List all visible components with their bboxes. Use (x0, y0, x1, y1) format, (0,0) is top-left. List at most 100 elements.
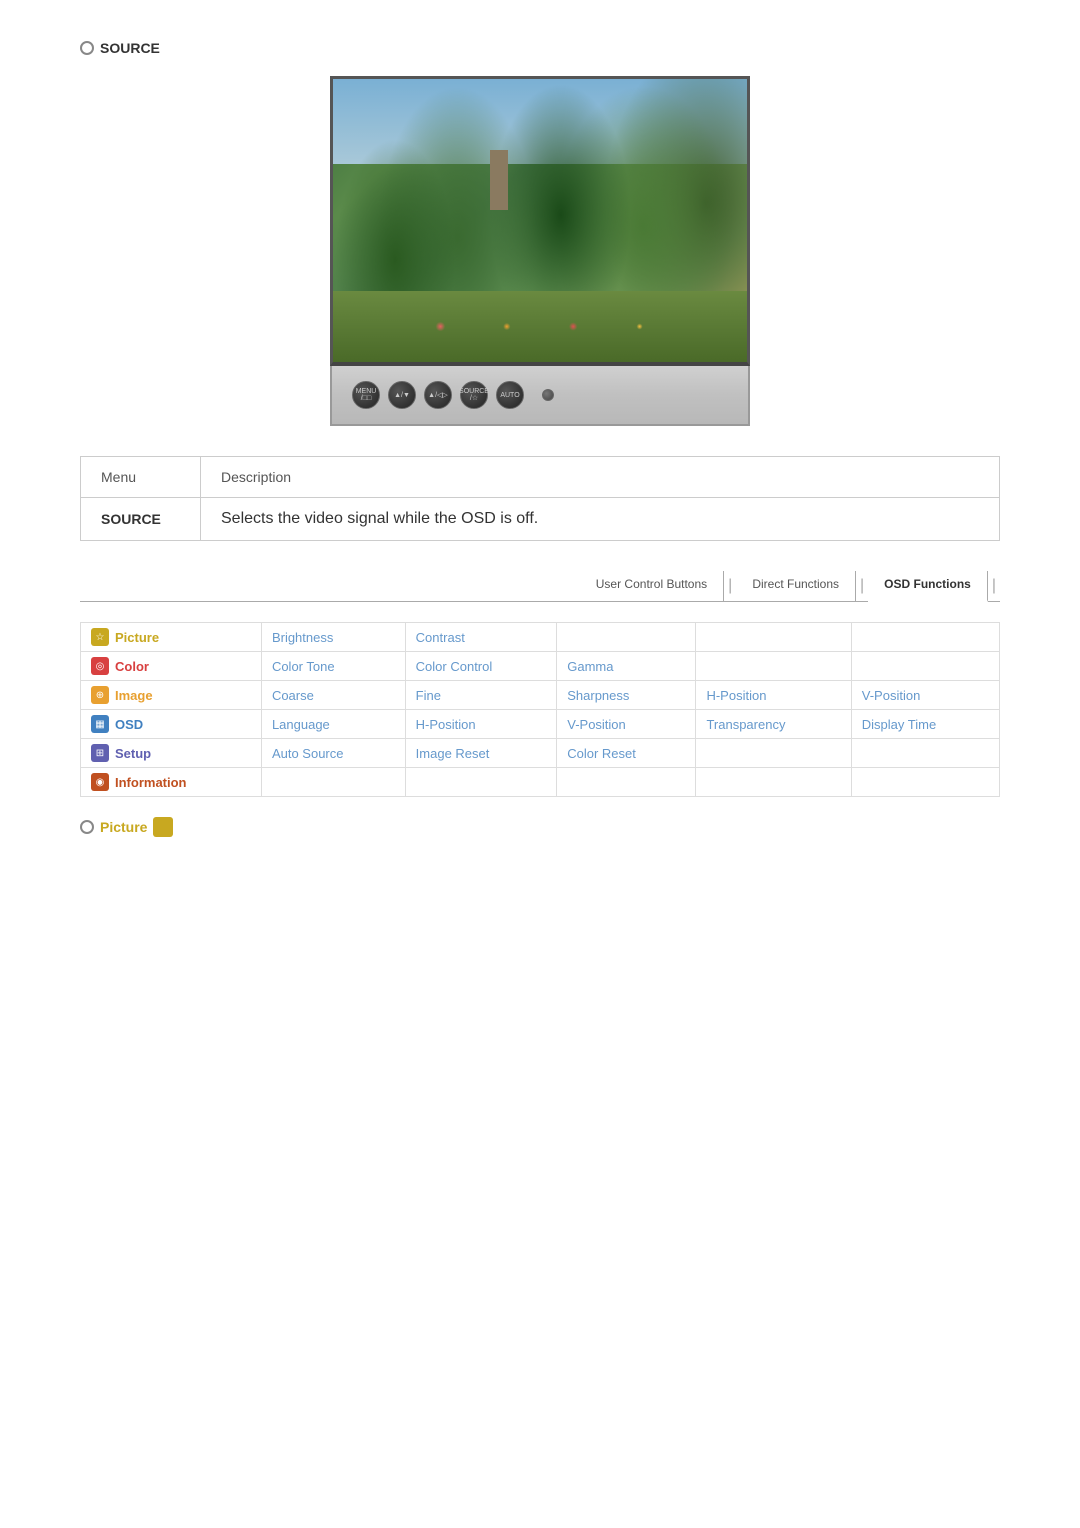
osd-sub-item[interactable]: Contrast (405, 623, 557, 652)
osd-sub-item[interactable]: Fine (405, 681, 557, 710)
menu-icon-information: ◉ (91, 773, 109, 791)
osd-sub-item (851, 739, 999, 768)
osd-menu-name-cell: ◉ Information (81, 768, 262, 797)
osd-sub-item[interactable]: H-Position (696, 681, 851, 710)
osd-sub-link-language[interactable]: Language (272, 717, 330, 732)
osd-sub-link-h-position[interactable]: H-Position (706, 688, 766, 703)
osd-menu-row: ⊞ Setup Auto Source Image Reset Color Reset (81, 739, 1000, 768)
osd-sub-item[interactable]: Language (261, 710, 405, 739)
osd-sub-item[interactable]: Auto Source (261, 739, 405, 768)
osd-sub-link-contrast[interactable]: Contrast (416, 630, 465, 645)
osd-sub-item[interactable]: Color Control (405, 652, 557, 681)
osd-menu-row: ▦ OSD Language H-Position V-Position Transpar… (81, 710, 1000, 739)
monitor-screen (330, 76, 750, 366)
osd-sub-item[interactable]: Sharpness (557, 681, 696, 710)
osd-sub-item[interactable]: Image Reset (405, 739, 557, 768)
monitor-display: MENU/□□ ▲/▼ ▲/◁▷ SOURCE/☆ AUTO (80, 76, 1000, 426)
menu-icon-picture: ☆ (91, 628, 109, 646)
menu-icon-osd: ▦ (91, 715, 109, 733)
osd-sub-item[interactable]: H-Position (405, 710, 557, 739)
osd-menu-name-cell: ▦ OSD (81, 710, 262, 739)
osd-sub-item (557, 768, 696, 797)
osd-sub-link-transparency[interactable]: Transparency (706, 717, 785, 732)
tab-direct-functions[interactable]: Direct Functions (736, 571, 856, 601)
bezel-btn-position[interactable]: ▲/◁▷ (424, 381, 452, 409)
osd-sub-item[interactable]: V-Position (851, 681, 999, 710)
nav-separator-3: | (988, 571, 1000, 601)
osd-sub-link-color-tone[interactable]: Color Tone (272, 659, 335, 674)
info-table: Menu Description SOURCE Selects the vide… (80, 456, 1000, 541)
menu-icon-color: ◎ (91, 657, 109, 675)
osd-sub-item[interactable]: Gamma (557, 652, 696, 681)
osd-sub-item[interactable]: Coarse (261, 681, 405, 710)
nav-separator-1: | (724, 571, 736, 601)
nav-tabs: User Control Buttons | Direct Functions … (80, 571, 1000, 602)
osd-menu-row: ◉ Information (81, 768, 1000, 797)
menu-name-image[interactable]: Image (115, 688, 153, 703)
osd-sub-item (696, 739, 851, 768)
osd-sub-link-display-time[interactable]: Display Time (862, 717, 936, 732)
osd-sub-item (405, 768, 557, 797)
osd-sub-link-v-position[interactable]: V-Position (567, 717, 626, 732)
osd-menu-row: ◎ Color Color Tone Color Control Gamma (81, 652, 1000, 681)
osd-sub-item (851, 623, 999, 652)
osd-sub-item[interactable]: Transparency (696, 710, 851, 739)
picture-icon-img (153, 817, 173, 837)
menu-name-setup[interactable]: Setup (115, 746, 151, 761)
osd-sub-item[interactable]: V-Position (557, 710, 696, 739)
menu-name-information[interactable]: Information (115, 775, 187, 790)
osd-sub-item (557, 623, 696, 652)
menu-name-picture[interactable]: Picture (115, 630, 159, 645)
osd-sub-link-color-reset[interactable]: Color Reset (567, 746, 636, 761)
osd-sub-item[interactable]: Color Tone (261, 652, 405, 681)
osd-sub-link-coarse[interactable]: Coarse (272, 688, 314, 703)
bezel-buttons: MENU/□□ ▲/▼ ▲/◁▷ SOURCE/☆ AUTO (352, 381, 554, 409)
osd-sub-link-fine[interactable]: Fine (416, 688, 441, 703)
bezel-btn-brightness[interactable]: ▲/▼ (388, 381, 416, 409)
table-header-description: Description (201, 457, 1000, 498)
menu-icon-setup: ⊞ (91, 744, 109, 762)
osd-sub-link-brightness[interactable]: Brightness (272, 630, 333, 645)
osd-sub-item (851, 652, 999, 681)
tab-osd-functions[interactable]: OSD Functions (868, 571, 988, 602)
osd-sub-item (696, 623, 851, 652)
menu-icon-image: ⊕ (91, 686, 109, 704)
osd-sub-link-color-control[interactable]: Color Control (416, 659, 493, 674)
osd-sub-item[interactable]: Display Time (851, 710, 999, 739)
osd-menu-name-cell: ◎ Color (81, 652, 262, 681)
bezel-btn-auto[interactable]: AUTO (496, 381, 524, 409)
osd-menu-name-cell: ⊕ Image (81, 681, 262, 710)
tab-user-control[interactable]: User Control Buttons (580, 571, 724, 601)
osd-menu-row: ⊕ Image Coarse Fine Sharpness H-Position V-Pos… (81, 681, 1000, 710)
osd-menu-name-cell: ☆ Picture (81, 623, 262, 652)
table-cell-menu: SOURCE (81, 498, 201, 541)
source-icon (80, 41, 94, 55)
bezel-btn-power[interactable] (542, 389, 554, 401)
osd-menu-name-cell: ⊞ Setup (81, 739, 262, 768)
osd-sub-link-h-position[interactable]: H-Position (416, 717, 476, 732)
menu-name-color[interactable]: Color (115, 659, 149, 674)
osd-sub-item (696, 768, 851, 797)
osd-sub-link-gamma[interactable]: Gamma (567, 659, 613, 674)
osd-sub-link-v-position[interactable]: V-Position (862, 688, 921, 703)
bezel-btn-source[interactable]: SOURCE/☆ (460, 381, 488, 409)
source-label: SOURCE (100, 40, 160, 56)
picture-section-header: Picture (80, 817, 1000, 837)
osd-sub-item[interactable]: Color Reset (557, 739, 696, 768)
osd-sub-link-image-reset[interactable]: Image Reset (416, 746, 490, 761)
source-section-header: SOURCE (80, 40, 1000, 56)
osd-sub-item (261, 768, 405, 797)
menu-name-osd[interactable]: OSD (115, 717, 143, 732)
monitor-bezel: MENU/□□ ▲/▼ ▲/◁▷ SOURCE/☆ AUTO (330, 366, 750, 426)
osd-sub-item[interactable]: Brightness (261, 623, 405, 652)
table-row: SOURCE Selects the video signal while th… (81, 498, 1000, 541)
table-header-menu: Menu (81, 457, 201, 498)
picture-header-icon (80, 820, 94, 834)
osd-menu-row: ☆ Picture Brightness Contrast (81, 623, 1000, 652)
bezel-btn-menu[interactable]: MENU/□□ (352, 381, 380, 409)
osd-sub-link-auto-source[interactable]: Auto Source (272, 746, 344, 761)
nav-separator-2: | (856, 571, 868, 601)
osd-sub-link-sharpness[interactable]: Sharpness (567, 688, 629, 703)
osd-sub-item (851, 768, 999, 797)
osd-menu-table: ☆ Picture Brightness Contrast ◎ Color Color To… (80, 622, 1000, 797)
